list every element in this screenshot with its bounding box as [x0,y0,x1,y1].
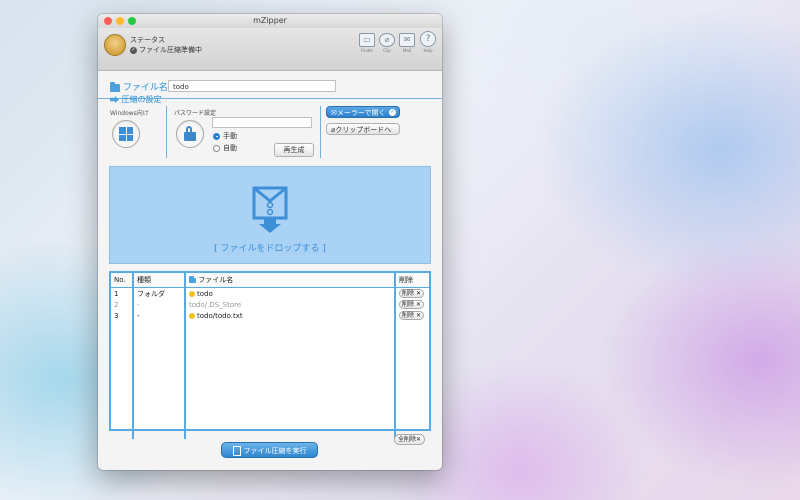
help-button[interactable]: ? Help [419,31,437,53]
toolbar: ステータス ✓ ファイル圧縮準備中 ▭ Finder ⌀ Clip ✉ Mail … [98,28,442,71]
checkmark-icon: ✓ [389,109,396,116]
table-header: No. 種類 ファイル名 削除 [111,273,429,288]
help-icon: ? [420,31,436,47]
arrow-right-icon [110,96,119,103]
status-text: ファイル圧縮準備中 [139,46,202,54]
status-avatar [104,34,126,56]
settings-heading-text: 圧縮の設定 [121,95,162,104]
close-icon: ✕ [415,290,421,297]
folder-icon [189,275,196,283]
close-icon: ✕ [416,436,422,443]
table-row[interactable]: 1 フォルダ todo 削除 ✕ [111,287,429,300]
run-compression-label: ファイル圧縮を実行 [243,447,307,455]
finder-label: Finder [360,48,374,53]
mail-label: Mail [402,48,412,53]
windows-logo-icon [119,127,133,141]
zoom-window-button[interactable] [128,17,136,25]
clip-button[interactable]: ⌀ Clip [378,33,396,53]
password-label: パスワード設定 [174,110,217,117]
table-row[interactable]: 3 - todo/todo.txt 削除 ✕ [111,310,429,321]
radio-selected-icon [213,132,220,140]
radio-manual-label: 手動 [223,132,237,140]
header-no: No. [111,273,134,288]
close-icon: ✕ [415,312,421,319]
folder-icon [110,81,120,92]
table-row[interactable]: 2 - todo/.DS_Store 削除 ✕ [111,299,429,310]
clip-label: Clip [383,48,391,53]
table-empty-space [111,321,429,439]
radio-auto-label: 自動 [223,144,237,152]
row-delete: 削除 ✕ [395,299,429,310]
radio-auto[interactable]: 自動 [213,143,237,153]
radio-manual[interactable]: 手動 [213,131,237,141]
open-mailer-button[interactable]: ✉メーラーで開く ✓ [326,106,400,118]
row-name: todo/todo.txt [185,310,396,321]
row-type: - [133,299,186,310]
compression-settings-heading: 圧縮の設定 [110,94,162,105]
window-icon: ▭ [359,33,375,47]
title-bar: mZipper [98,14,442,28]
row-type: - [133,310,186,321]
mail-button[interactable]: ✉ Mail [398,33,416,53]
header-delete: 削除 [395,273,429,288]
smiley-icon [189,312,195,319]
row-delete: 削除 ✕ [395,288,429,300]
row-no: 3 [111,310,134,321]
password-lock-button[interactable] [176,120,204,148]
finder-button[interactable]: ▭ Finder [358,33,376,53]
header-name: ファイル名 [185,273,396,288]
clear-all-button[interactable]: 全削除✕ [394,434,426,445]
windows-label: Windows向け [110,110,149,117]
mail-icon: ✉ [399,33,415,47]
delete-button[interactable]: 削除 ✕ [399,289,424,298]
row-name: todo [185,287,396,299]
regenerate-button[interactable]: 再生成 [274,143,314,157]
drop-zone-text: [ ファイルをドロップする ] [214,244,326,254]
zip-icon [232,446,241,456]
help-label: Help [423,48,433,53]
file-table: No. 種類 ファイル名 削除 1 フォルダ todo 削除 ✕ 2 - tod… [109,271,431,439]
row-no: 1 [111,287,134,299]
check-icon: ✓ [130,46,137,54]
close-window-button[interactable] [104,17,112,25]
row-delete: 削除 ✕ [395,310,429,321]
run-compression-button[interactable]: ファイル圧縮を実行 [221,442,318,458]
clipboard-label: クリップボードへ [335,126,392,134]
open-mailer-label: メーラーで開く [336,109,386,117]
clipboard-button[interactable]: ⌀クリップボードへ [326,123,400,135]
divider [320,106,321,158]
filename-label-text: ファイル名: [122,83,171,93]
password-input[interactable] [212,117,312,128]
file-drop-zone[interactable]: [ ファイルをドロップする ] [109,166,431,264]
row-name: todo/.DS_Store [185,299,396,310]
row-type: フォルダ [133,287,186,299]
minimize-window-button[interactable] [116,17,124,25]
status-value: ✓ ファイル圧縮準備中 [130,45,202,55]
row-no: 2 [111,299,134,310]
status-title: ステータス [130,36,165,44]
smiley-icon [189,290,195,297]
window-title: mZipper [253,16,287,25]
radio-unselected-icon [213,144,220,152]
delete-button[interactable]: 削除 ✕ [399,300,424,309]
divider [166,106,167,158]
delete-button[interactable]: 削除 ✕ [399,311,424,320]
zip-drop-icon [252,186,288,233]
header-type: 種類 [133,273,186,288]
filename-label: ファイル名: [110,80,171,93]
filename-input[interactable]: todo [168,80,336,92]
paperclip-icon: ⌀ [379,33,395,47]
windows-toggle-button[interactable] [112,120,140,148]
close-icon: ✕ [415,301,421,308]
